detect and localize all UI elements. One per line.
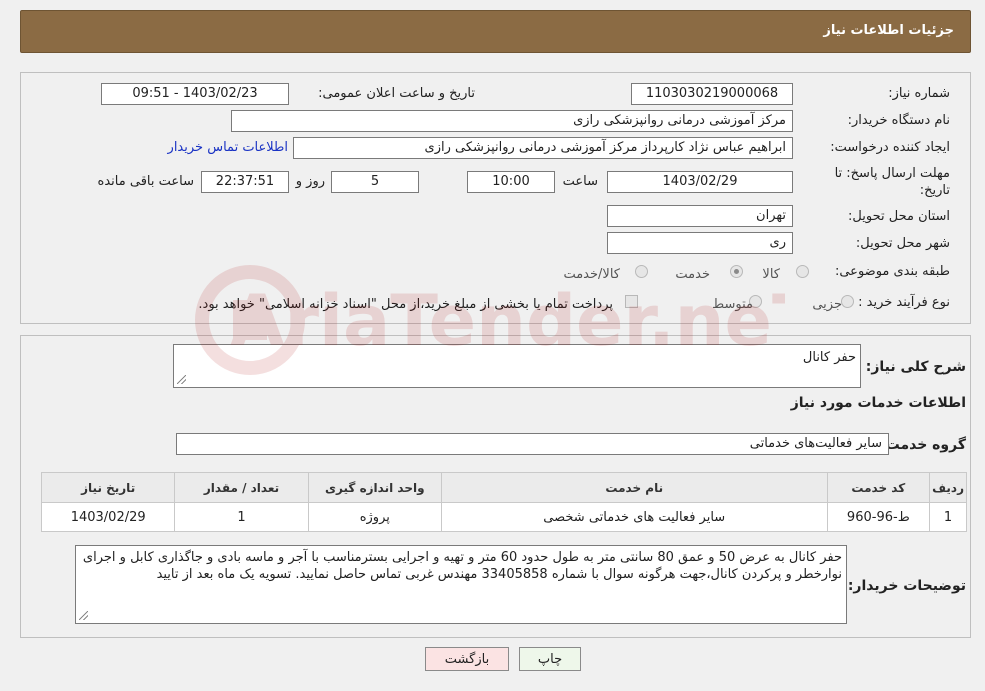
process-label: نوع فرآیند خرید : <box>858 295 950 310</box>
cell-name: سایر فعالیت های خدماتی شخصی <box>440 502 828 532</box>
category-label: طبقه بندی موضوعی: <box>834 264 950 279</box>
col-qty-header: تعداد / مقدار <box>174 472 309 503</box>
city-field[interactable]: ری <box>607 232 793 254</box>
table-header-row: ردیف کد خدمت نام خدمت واحد اندازه گیری ت… <box>40 472 967 503</box>
announce-field[interactable]: 1403/02/23 - 09:51 <box>101 83 289 105</box>
category-goods-service-label: کالا/خدمت <box>563 267 620 282</box>
cell-qty: 1 <box>174 502 309 532</box>
need-number-label: شماره نیاز: <box>888 86 950 101</box>
back-button[interactable]: بازگشت <box>425 647 509 671</box>
resize-grip[interactable] <box>79 611 88 620</box>
cell-date: 1403/02/29 <box>40 502 176 532</box>
col-code-header: کد خدمت <box>826 472 931 503</box>
remaining-time-field[interactable]: 22:37:51 <box>201 171 289 193</box>
summary-label: شرح کلی نیاز: <box>865 359 966 375</box>
cell-row: 1 <box>929 502 967 532</box>
summary-textarea[interactable]: حفر کانال <box>173 344 861 388</box>
days-label: روز و <box>295 174 325 189</box>
col-unit-header: واحد اندازه گیری <box>307 472 442 503</box>
buyer-org-label: نام دستگاه خریدار: <box>847 113 950 128</box>
need-info-panel: شماره نیاز: 1103030219000068 تاریخ و ساع… <box>20 72 971 324</box>
process-medium-label: متوسط <box>712 297 753 312</box>
col-date-header: تاریخ نیاز <box>40 472 176 503</box>
treasury-payment-note: پرداخت تمام یا بخشی از مبلغ خرید،از محل … <box>198 297 613 312</box>
category-goods-label: کالا <box>762 267 780 282</box>
buyer-org-field[interactable]: مرکز آموزشی درمانی روانپزشکی رازی <box>231 110 793 132</box>
category-radio-goods-service[interactable] <box>635 265 648 278</box>
col-row-header: ردیف <box>929 472 967 503</box>
city-label: شهر محل تحویل: <box>855 236 950 251</box>
remaining-label: ساعت باقی مانده <box>97 174 194 189</box>
creator-label: ایجاد کننده درخواست: <box>830 140 950 155</box>
summary-text: حفر کانال <box>802 350 856 365</box>
page-title: جزئیات اطلاعات نیاز <box>823 23 954 38</box>
print-button[interactable]: چاپ <box>519 647 581 671</box>
services-title: اطلاعات خدمات مورد نیاز <box>790 395 966 411</box>
deadline-time-label: ساعت <box>562 174 598 189</box>
deadline-label: مهلت ارسال پاسخ: تا <box>834 166 950 181</box>
service-group-field[interactable]: سایر فعالیت‌های خدماتی <box>176 433 889 455</box>
creator-field[interactable]: ابراهیم عباس نژاد کارپرداز مرکز آموزشی د… <box>293 137 793 159</box>
deadline-label-date: تاریخ: <box>919 183 950 198</box>
col-name-header: نام خدمت <box>440 472 828 503</box>
buyer-contact-link[interactable]: اطلاعات تماس خریدار <box>168 140 288 155</box>
need-details-panel: شرح کلی نیاز: حفر کانال اطلاعات خدمات مو… <box>20 335 971 638</box>
category-radio-service[interactable] <box>730 265 743 278</box>
category-radio-goods[interactable] <box>796 265 809 278</box>
deadline-time-field[interactable]: 10:00 <box>467 171 555 193</box>
services-table: ردیف کد خدمت نام خدمت واحد اندازه گیری ت… <box>40 472 967 532</box>
announce-label: تاریخ و ساعت اعلان عمومی: <box>318 86 475 101</box>
buyer-notes-textarea[interactable]: حفر کانال به عرض 50 و عمق 80 سانتی متر ب… <box>75 545 847 624</box>
deadline-date-field[interactable]: 1403/02/29 <box>607 171 793 193</box>
cell-code: ط-96-960 <box>826 502 931 532</box>
days-field[interactable]: 5 <box>331 171 419 193</box>
category-service-label: خدمت <box>675 267 710 282</box>
province-field[interactable]: تهران <box>607 205 793 227</box>
page-header: جزئیات اطلاعات نیاز <box>20 10 971 53</box>
cell-unit: پروژه <box>307 502 442 532</box>
treasury-payment-checkbox[interactable] <box>625 295 638 308</box>
service-group-label: گروه خدمت: <box>880 437 966 453</box>
buyer-notes-label: توضیحات خریدار: <box>847 578 966 594</box>
table-row: 1 ط-96-960 سایر فعالیت های خدماتی شخصی پ… <box>40 502 967 532</box>
province-label: استان محل تحویل: <box>848 209 950 224</box>
process-minor-label: جزیی <box>812 297 842 312</box>
resize-grip[interactable] <box>177 375 186 384</box>
process-radio-minor[interactable] <box>841 295 854 308</box>
buyer-notes-text: حفر کانال به عرض 50 و عمق 80 سانتی متر ب… <box>82 550 842 582</box>
need-number-field[interactable]: 1103030219000068 <box>631 83 793 105</box>
